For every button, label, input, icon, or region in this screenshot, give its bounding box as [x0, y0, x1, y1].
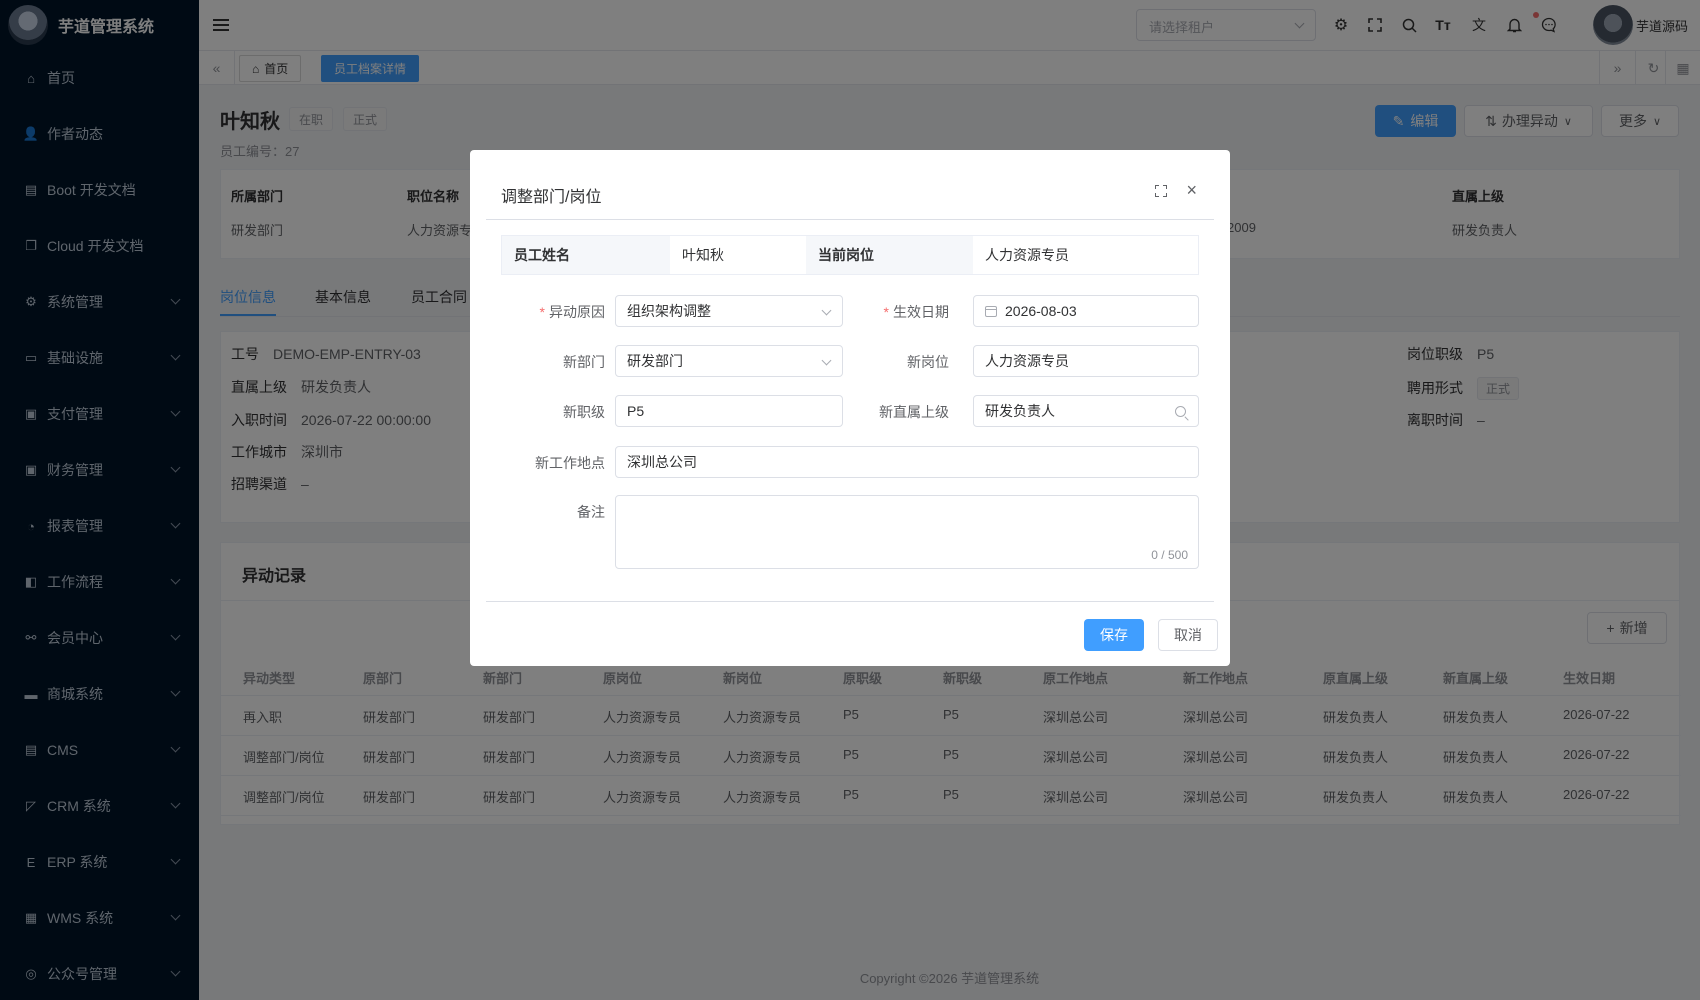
new-level-value: P5 — [627, 403, 645, 419]
new-manager-value: 研发负责人 — [985, 403, 1055, 419]
employee-info-table: 员工姓名 叶知秋 当前岗位 人力资源专员 — [501, 235, 1199, 275]
new-location-label: 新工作地点 — [535, 455, 605, 471]
close-icon[interactable]: × — [1186, 180, 1197, 201]
reason-select[interactable]: 组织架构调整 — [615, 295, 843, 327]
dialog-title: 调整部门/岗位 — [501, 189, 602, 206]
new-manager-label: 新直属上级 — [879, 404, 949, 420]
employee-name-value: 叶知秋 — [682, 247, 724, 263]
employee-name-label: 员工姓名 — [502, 236, 670, 274]
new-position-input[interactable]: 人力资源专员 — [973, 345, 1199, 377]
new-dept-select[interactable]: 研发部门 — [615, 345, 843, 377]
reason-label-text: 异动原因 — [549, 304, 605, 320]
new-position-label: 新岗位 — [907, 354, 949, 370]
remark-counter: 0 / 500 — [1151, 548, 1188, 562]
new-position-value: 人力资源专员 — [985, 353, 1069, 369]
effective-date-value: 2026-08-03 — [1005, 303, 1077, 319]
remark-label: 备注 — [577, 504, 605, 520]
effective-date-label: * 生效日期 — [883, 304, 949, 320]
current-position-value: 人力资源专员 — [985, 247, 1069, 263]
current-position-label: 当前岗位 — [806, 236, 973, 274]
chevron-down-icon — [821, 355, 832, 366]
effective-date-label-text: 生效日期 — [893, 304, 949, 320]
effective-date-picker[interactable]: 2026-08-03 — [973, 295, 1199, 327]
dialog-footer-divider — [486, 601, 1214, 602]
new-level-input[interactable]: P5 — [615, 395, 843, 427]
search-icon[interactable] — [1175, 406, 1186, 417]
chevron-down-icon — [821, 305, 832, 316]
maximize-icon[interactable] — [1155, 185, 1167, 197]
reason-value: 组织架构调整 — [627, 303, 711, 319]
new-location-input[interactable]: 深圳总公司 — [615, 446, 1199, 478]
new-manager-input[interactable]: 研发负责人 — [973, 395, 1199, 427]
save-button[interactable]: 保存 — [1084, 619, 1144, 651]
new-dept-label: 新部门 — [563, 354, 605, 370]
cancel-button[interactable]: 取消 — [1158, 619, 1218, 651]
reason-label: * 异动原因 — [539, 304, 605, 320]
new-dept-value: 研发部门 — [627, 353, 683, 369]
transfer-dialog: 调整部门/岗位 × 员工姓名 叶知秋 当前岗位 人力资源专员 * 异动原因 组织架… — [470, 150, 1230, 666]
remark-textarea[interactable]: 0 / 500 — [615, 495, 1199, 569]
new-location-value: 深圳总公司 — [627, 454, 697, 470]
dialog-header-divider — [486, 219, 1214, 220]
new-level-label: 新职级 — [563, 404, 605, 420]
calendar-icon — [985, 305, 997, 317]
